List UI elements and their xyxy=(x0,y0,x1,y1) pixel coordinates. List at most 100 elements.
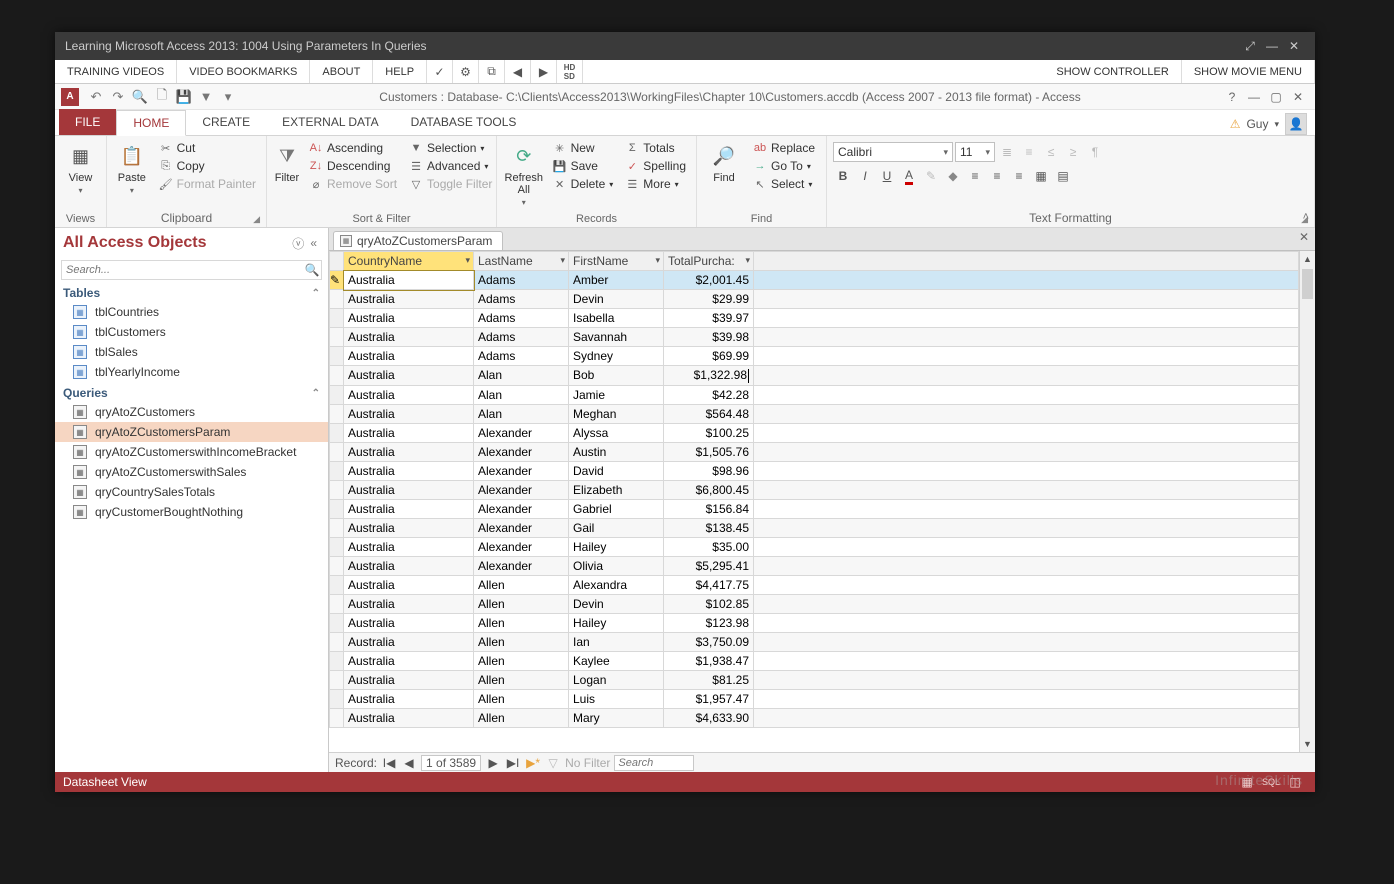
cell[interactable]: Devin xyxy=(569,290,664,309)
ascending-button[interactable]: A↓Ascending xyxy=(305,140,401,156)
cell[interactable]: Meghan xyxy=(569,404,664,423)
tab-database-tools[interactable]: DATABASE TOOLS xyxy=(395,109,533,135)
remove-sort-button[interactable]: ⌀Remove Sort xyxy=(305,176,401,192)
column-header[interactable]: CountryName▾ xyxy=(344,252,474,271)
menu-video-bookmarks[interactable]: VIDEO BOOKMARKS xyxy=(177,60,310,83)
nav-search-input[interactable] xyxy=(62,264,303,276)
cell[interactable]: Alexandra xyxy=(569,575,664,594)
cell[interactable]: Australia xyxy=(344,632,474,651)
totals-button[interactable]: ΣTotals xyxy=(621,140,690,156)
row-selector[interactable] xyxy=(330,651,344,670)
menu-show-controller[interactable]: SHOW CONTROLLER xyxy=(1044,60,1181,83)
cell[interactable]: Logan xyxy=(569,670,664,689)
cell[interactable]: $1,957.47 xyxy=(664,689,754,708)
scroll-down-icon[interactable]: ▼ xyxy=(1300,736,1315,752)
play-icon[interactable]: ▶ xyxy=(531,60,557,83)
column-header[interactable]: LastName▾ xyxy=(474,252,569,271)
delete-record-button[interactable]: ✕Delete ▾ xyxy=(549,176,618,192)
menu-show-movie-menu[interactable]: SHOW MOVIE MENU xyxy=(1182,60,1315,83)
row-selector[interactable] xyxy=(330,708,344,727)
cell[interactable]: Australia xyxy=(344,708,474,727)
new-doc-icon[interactable]: 🗋 xyxy=(151,86,173,108)
scroll-thumb[interactable] xyxy=(1302,269,1313,299)
search-icon[interactable]: 🔍 xyxy=(303,263,321,277)
cell[interactable]: Adams xyxy=(474,328,569,347)
nav-table-item[interactable]: ▦tblCustomers xyxy=(55,322,328,342)
tab-file[interactable]: FILE xyxy=(59,109,116,135)
column-dropdown-icon[interactable]: ▾ xyxy=(745,255,750,266)
cell[interactable]: Sydney xyxy=(569,347,664,366)
win-minimize-icon[interactable]: — xyxy=(1243,90,1265,104)
column-header[interactable]: FirstName▾ xyxy=(569,252,664,271)
cell[interactable]: Hailey xyxy=(569,537,664,556)
cell[interactable]: $42.28 xyxy=(664,385,754,404)
nav-query-item[interactable]: ▦qryCustomerBoughtNothing xyxy=(55,502,328,522)
table-row[interactable]: AustraliaAlexanderGail$138.45 xyxy=(330,518,1299,537)
more-button[interactable]: ☰More ▾ xyxy=(621,176,690,192)
filter-button[interactable]: ⧩ Filter xyxy=(273,138,301,184)
cell[interactable]: Australia xyxy=(344,328,474,347)
table-row[interactable]: AustraliaAlexanderAustin$1,505.76 xyxy=(330,442,1299,461)
table-row[interactable]: ✎AustraliaAdamsAmber$2,001.45 xyxy=(330,271,1299,290)
new-record-icon[interactable]: ▶* xyxy=(525,756,541,770)
cell[interactable]: Alan xyxy=(474,385,569,404)
gridlines-button[interactable]: ▦ xyxy=(1031,166,1051,186)
cell[interactable]: Alexander xyxy=(474,423,569,442)
row-selector[interactable] xyxy=(330,328,344,347)
select-button[interactable]: ↖Select ▾ xyxy=(749,176,819,192)
table-row[interactable]: AustraliaAllenMary$4,633.90 xyxy=(330,708,1299,727)
nav-dropdown-icon[interactable]: ⓥ xyxy=(289,235,307,252)
indent-left-icon[interactable]: ≤ xyxy=(1041,142,1061,162)
row-selector[interactable] xyxy=(330,480,344,499)
table-row[interactable]: AustraliaAlanJamie$42.28 xyxy=(330,385,1299,404)
cell[interactable]: Australia xyxy=(344,651,474,670)
next-record-icon[interactable]: ▶ xyxy=(485,756,501,770)
filter-qat-icon[interactable]: ▼ xyxy=(195,89,217,104)
queries-collapse-icon[interactable]: ⌃ xyxy=(312,388,320,399)
lesson-close-icon[interactable]: ✕ xyxy=(1283,39,1305,53)
table-row[interactable]: AustraliaAlanBob$1,322.98 xyxy=(330,366,1299,386)
format-painter-button[interactable]: 🖌Format Painter xyxy=(155,176,260,192)
win-restore-icon[interactable]: ▢ xyxy=(1265,90,1287,104)
copy-button[interactable]: ⎘Copy xyxy=(155,158,260,174)
lesson-minimize-icon[interactable]: — xyxy=(1261,39,1283,53)
cell[interactable]: Adams xyxy=(474,309,569,328)
descending-button[interactable]: Z↓Descending xyxy=(305,158,401,174)
table-row[interactable]: AustraliaAdamsSavannah$39.98 xyxy=(330,328,1299,347)
find-button[interactable]: 🔎 Find xyxy=(703,138,745,184)
cell[interactable]: $564.48 xyxy=(664,404,754,423)
row-selector[interactable] xyxy=(330,499,344,518)
nav-query-item[interactable]: ▦qryCountrySalesTotals xyxy=(55,482,328,502)
cut-button[interactable]: ✂Cut xyxy=(155,140,260,156)
row-selector[interactable] xyxy=(330,404,344,423)
menu-help[interactable]: HELP xyxy=(373,60,427,83)
font-size-combo[interactable]: 11▾ xyxy=(955,142,995,162)
tab-home[interactable]: HOME xyxy=(116,110,186,136)
cell[interactable]: Gail xyxy=(569,518,664,537)
cell[interactable]: $35.00 xyxy=(664,537,754,556)
table-row[interactable]: AustraliaAlexanderAlyssa$100.25 xyxy=(330,423,1299,442)
cell[interactable]: $156.84 xyxy=(664,499,754,518)
cell[interactable]: $2,001.45 xyxy=(664,271,754,290)
row-selector[interactable] xyxy=(330,518,344,537)
row-selector[interactable] xyxy=(330,632,344,651)
doc-close-icon[interactable]: ✕ xyxy=(1299,230,1309,244)
user-name[interactable]: Guy xyxy=(1246,117,1268,131)
cell[interactable]: Australia xyxy=(344,385,474,404)
nav-collapse-icon[interactable]: « xyxy=(307,236,320,250)
filter-indicator-icon[interactable]: ▽ xyxy=(545,756,561,770)
bold-button[interactable]: B xyxy=(833,166,853,186)
column-dropdown-icon[interactable]: ▾ xyxy=(560,255,565,266)
cell[interactable]: Allen xyxy=(474,575,569,594)
cell[interactable]: Alexander xyxy=(474,518,569,537)
cell[interactable]: Australia xyxy=(344,594,474,613)
cell[interactable]: $4,633.90 xyxy=(664,708,754,727)
column-header[interactable]: TotalPurcha:▾ xyxy=(664,252,754,271)
cell[interactable]: $1,505.76 xyxy=(664,442,754,461)
paste-button[interactable]: 📋 Paste ▾ xyxy=(113,138,151,195)
align-center-icon[interactable]: ≡ xyxy=(987,166,1007,186)
cell[interactable]: Alexander xyxy=(474,480,569,499)
cell[interactable]: Alyssa xyxy=(569,423,664,442)
cell[interactable]: $39.98 xyxy=(664,328,754,347)
bullets-icon[interactable]: ≣ xyxy=(997,142,1017,162)
